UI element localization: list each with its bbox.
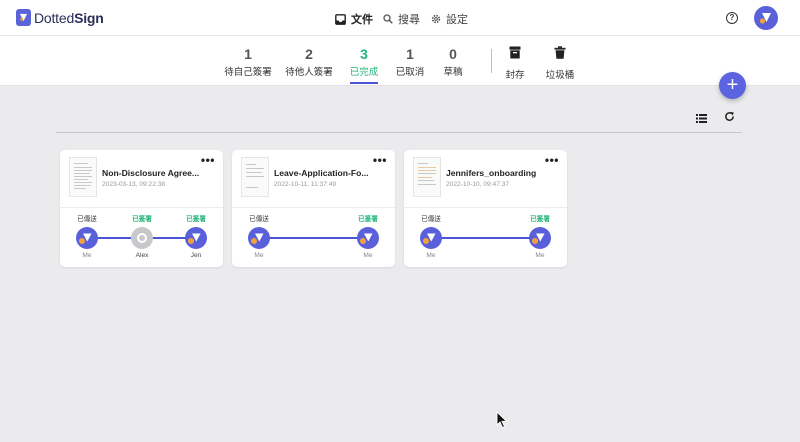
tab-count: 0 xyxy=(449,46,457,62)
document-thumbnail xyxy=(241,157,269,197)
signer-name: Me xyxy=(426,252,436,259)
content-divider xyxy=(56,132,742,133)
nav-settings[interactable]: 設定 xyxy=(431,11,468,27)
signer-status: 已簽署 xyxy=(358,216,378,223)
signer-avatar-icon xyxy=(185,227,207,249)
signer-name: Alex xyxy=(135,252,149,259)
logo[interactable]: DottedSign xyxy=(16,9,104,26)
more-options-icon[interactable]: ••• xyxy=(545,153,559,167)
signer: 已傳送 Me xyxy=(67,215,107,259)
signer-avatar-icon xyxy=(248,227,270,249)
tab-label: 待自己簽署 xyxy=(224,67,272,78)
signer-avatar-icon xyxy=(357,227,379,249)
refresh-icon[interactable] xyxy=(724,109,735,127)
document-thumbnail xyxy=(413,157,441,197)
signer-name: Me xyxy=(82,252,92,259)
document-thumbnail xyxy=(69,157,97,197)
signer: 已簽署 Alex xyxy=(122,215,162,259)
logo-text-light: Dotted xyxy=(34,9,75,26)
nav-search[interactable]: 搜尋 xyxy=(383,11,420,27)
document-date: 2022-10-10, 09:47:37 xyxy=(446,181,510,188)
signer: 已簽署 Jen xyxy=(176,215,216,259)
tab-pending-others[interactable]: 2 待他人簽署 xyxy=(279,46,339,78)
logo-text-bold: Sign xyxy=(74,9,104,26)
nav-search-label: 搜尋 xyxy=(398,14,420,26)
signer-avatar-icon xyxy=(420,227,442,249)
gear-icon xyxy=(431,14,441,24)
tab-label: 待他人簽署 xyxy=(285,67,333,78)
mouse-cursor-icon xyxy=(496,410,508,434)
inbox-icon xyxy=(335,13,346,25)
signer: 已簽署 Me xyxy=(348,215,388,259)
tab-count: 2 xyxy=(305,46,313,62)
trash-button[interactable]: 垃圾桶 xyxy=(530,46,590,81)
document-card[interactable]: ••• Leave-Application-Fo... 2022-10-11, … xyxy=(232,150,395,267)
top-bar: DottedSign 文件 搜尋 設定 ? xyxy=(0,0,800,36)
user-avatar-icon[interactable] xyxy=(754,6,778,30)
more-options-icon[interactable]: ••• xyxy=(201,153,215,167)
signer-avatar-placeholder-icon xyxy=(131,227,153,249)
plus-icon: + xyxy=(726,74,739,96)
signer-status: 已傳送 xyxy=(77,216,97,223)
signer: 已傳送 Me xyxy=(411,215,451,259)
list-view-icon[interactable] xyxy=(696,110,707,128)
signer: 已傳送 Me xyxy=(239,215,279,259)
document-date: 2023-03-13, 09:22:38 xyxy=(102,181,166,188)
dottedsign-logo-icon xyxy=(16,9,31,26)
nav-settings-label: 設定 xyxy=(446,14,468,26)
document-title[interactable]: Leave-Application-Fo... xyxy=(274,168,369,178)
tab-count: 1 xyxy=(244,46,252,62)
signer-status: 已簽署 xyxy=(186,216,206,223)
signer-name: Jen xyxy=(190,252,202,259)
nav-documents[interactable]: 文件 xyxy=(335,11,373,27)
trash-icon xyxy=(530,46,590,62)
signer-status: 已傳送 xyxy=(249,216,269,223)
more-options-icon[interactable]: ••• xyxy=(373,153,387,167)
signer-name: Me xyxy=(254,252,264,259)
document-card[interactable]: ••• Jennifers_onboarding 2022-10-10, 09:… xyxy=(404,150,567,267)
trash-label: 垃圾桶 xyxy=(545,70,575,81)
help-circle-icon[interactable]: ? xyxy=(726,12,738,24)
signer-avatar-icon xyxy=(76,227,98,249)
document-card[interactable]: ••• Non-Disclosure Agree... 2023-03-13, … xyxy=(60,150,223,267)
signer-status: 已簽署 xyxy=(530,216,550,223)
document-title[interactable]: Jennifers_onboarding xyxy=(446,168,536,178)
signer-name: Me xyxy=(363,252,373,259)
nav-documents-label: 文件 xyxy=(351,14,373,26)
document-title[interactable]: Non-Disclosure Agree... xyxy=(102,168,199,178)
tab-label: 草稿 xyxy=(443,67,463,78)
signer-name: Me xyxy=(535,252,545,259)
document-date: 2022-10-11, 11:37:49 xyxy=(274,181,337,188)
status-tabs-bar: 1 待自己簽署 2 待他人簽署 3 已完成 1 已取消 0 草稿 封存 垃圾桶 xyxy=(0,36,800,86)
tab-drafts[interactable]: 0 草稿 xyxy=(423,46,483,78)
signer-status: 已簽署 xyxy=(132,216,152,223)
tab-pending-me[interactable]: 1 待自己簽署 xyxy=(218,46,278,78)
signer-status: 已傳送 xyxy=(421,216,441,223)
add-document-button[interactable]: + xyxy=(719,72,746,99)
signer-avatar-icon xyxy=(529,227,551,249)
search-icon xyxy=(383,14,393,24)
signer: 已簽署 Me xyxy=(520,215,560,259)
